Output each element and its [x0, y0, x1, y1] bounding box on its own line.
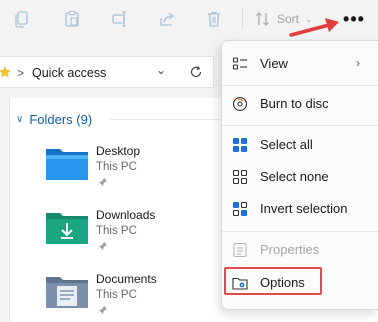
copy-icon[interactable] — [10, 8, 34, 30]
select-none-icon — [232, 169, 248, 185]
delete-icon[interactable] — [202, 8, 226, 30]
downloads-folder-icon — [46, 213, 88, 244]
group-divider — [110, 119, 220, 120]
folders-group-header[interactable]: ∨ Folders (9) — [16, 111, 92, 127]
toolbar-divider — [242, 8, 243, 30]
breadcrumb-quick-access[interactable]: Quick access — [32, 66, 106, 80]
menu-item-burn-to-disc[interactable]: Burn to disc — [222, 89, 378, 119]
navigation-pane-edge — [0, 98, 10, 322]
options-highlight-box — [224, 267, 322, 295]
menu-item-label: Invert selection — [260, 201, 348, 216]
view-icon — [232, 57, 247, 70]
pin-icon — [99, 306, 107, 314]
desktop-folder-icon — [46, 149, 88, 180]
share-icon[interactable] — [155, 8, 179, 30]
address-history-dropdown[interactable]: ⌄ — [156, 63, 166, 77]
folder-location: This PC — [96, 161, 137, 173]
folder-location: This PC — [96, 225, 137, 237]
chevron-down-icon: ∨ — [16, 113, 24, 125]
folder-name: Downloads — [96, 208, 156, 222]
menu-item-label: Properties — [260, 242, 320, 257]
pin-icon — [99, 178, 107, 186]
star-icon — [0, 66, 11, 78]
folder-location: This PC — [96, 289, 137, 301]
folder-item-downloads[interactable]: Downloads This PC — [44, 207, 224, 263]
pin-icon — [99, 242, 107, 250]
folder-item-desktop[interactable]: Desktop This PC — [44, 143, 224, 199]
folder-name: Documents — [96, 272, 157, 286]
group-label: Folders (9) — [29, 111, 93, 127]
annotation-arrow — [289, 18, 339, 37]
menu-separator — [222, 125, 378, 126]
menu-item-label: Select none — [260, 169, 329, 184]
folder-item-documents[interactable]: Documents This PC — [44, 271, 224, 322]
documents-folder-icon — [46, 277, 88, 308]
menu-item-label: View — [260, 56, 288, 71]
menu-item-view[interactable]: View › — [222, 49, 378, 79]
breadcrumb-separator: > — [17, 66, 25, 80]
menu-item-select-none[interactable]: Select none — [222, 162, 378, 192]
rename-icon[interactable] — [108, 8, 132, 30]
menu-item-select-all[interactable]: Select all — [222, 130, 378, 160]
burn-disc-icon — [232, 96, 248, 112]
select-all-icon — [233, 138, 247, 152]
menu-item-label: Burn to disc — [260, 96, 329, 111]
menu-item-properties: Properties — [222, 235, 378, 265]
menu-item-invert-selection[interactable]: Invert selection — [222, 194, 378, 224]
properties-icon — [233, 242, 247, 258]
menu-separator — [222, 85, 378, 86]
sort-icon — [256, 12, 269, 26]
menu-separator — [222, 231, 378, 232]
refresh-button[interactable] — [182, 56, 210, 88]
refresh-icon — [190, 66, 202, 78]
chevron-right-icon: › — [356, 56, 360, 70]
paste-icon[interactable] — [60, 8, 84, 30]
folder-name: Desktop — [96, 144, 141, 158]
invert-selection-icon — [232, 201, 248, 217]
menu-item-label: Select all — [260, 137, 313, 152]
